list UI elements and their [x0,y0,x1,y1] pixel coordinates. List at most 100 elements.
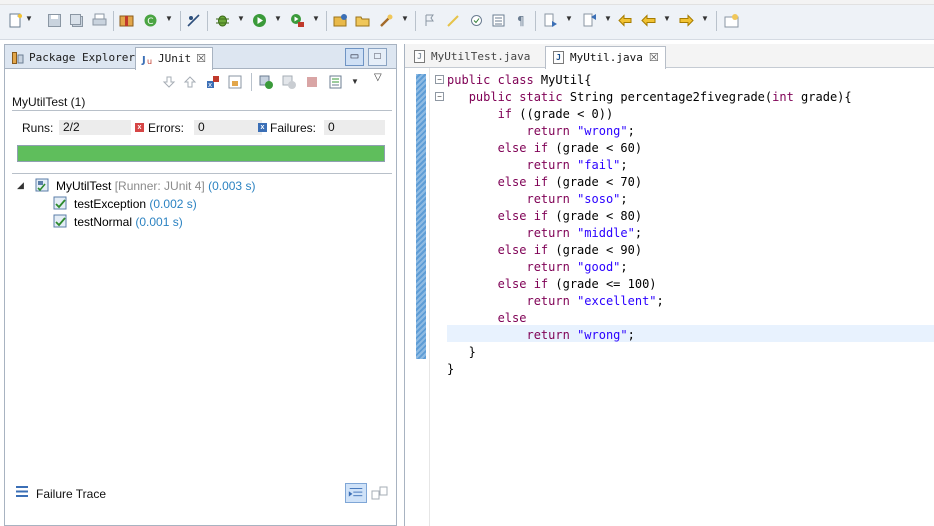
code-token: grade){ [801,90,852,104]
prev-annotation-dropdown-arrow-icon[interactable]: ▼ [604,14,612,23]
rerun-test-icon[interactable] [259,75,273,89]
tab-myutiltest-java[interactable]: J MyUtilTest.java [407,46,536,68]
previous-failure-icon[interactable] [183,75,197,89]
code-token: int [772,90,802,104]
search-icon[interactable] [379,13,394,28]
new-dropdown-arrow-icon[interactable]: ▼ [25,14,33,23]
errors-label: Errors: [148,121,184,135]
test-run-history-icon[interactable] [329,75,343,89]
divider [12,173,392,174]
code-token: ; [620,260,628,274]
back-icon[interactable] [641,13,656,28]
code-line: else [447,310,852,327]
maximize-button[interactable]: □ [368,48,387,66]
search-dropdown-arrow-icon[interactable]: ▼ [401,14,409,23]
minimize-button[interactable]: ▭ [345,48,364,66]
prev-annotation-icon[interactable] [582,13,597,28]
tree-item-label: testException (0.002 s) [74,197,197,211]
view-menu-icon[interactable]: ▽ [374,72,382,83]
refresh-icon[interactable]: C [143,13,158,28]
runs-label: Runs: [22,121,54,135]
toolbar-separator [326,11,327,31]
filter-stack-trace-icon[interactable] [345,483,367,503]
test-run-title: MyUtilTest (1) [12,95,86,109]
code-token: return [526,328,578,342]
task-icon[interactable] [469,13,484,28]
next-annotation-dropdown-arrow-icon[interactable]: ▼ [565,14,573,23]
failures-value: 0 [324,120,385,135]
run-external-dropdown-arrow-icon[interactable]: ▼ [312,14,320,23]
stop-icon[interactable] [305,75,319,89]
toolbar-separator [180,11,181,31]
debug-dropdown-arrow-icon[interactable]: ▼ [237,14,245,23]
fold-marker-icon[interactable]: − [435,75,444,84]
suite-name: MyUtilTest [56,179,112,193]
skip-breakpoints-icon[interactable] [186,13,201,28]
whitespace-icon[interactable]: ¶ [514,13,529,28]
new-icon[interactable] [8,13,23,28]
open-folder-icon[interactable] [355,13,370,28]
toolbar-separator [535,11,536,31]
tab-junit[interactable]: Ju JUnit ☒ [135,47,213,70]
next-failure-icon[interactable] [162,75,176,89]
block-selection-icon[interactable] [491,13,506,28]
next-annotation-icon[interactable] [543,13,558,28]
test-name: testNormal [74,215,133,229]
forward-icon[interactable] [679,13,694,28]
close-icon[interactable]: ☒ [649,51,659,64]
run-dropdown-arrow-icon[interactable]: ▼ [274,14,282,23]
tree-item-label: MyUtilTest [Runner: JUnit 4] (0.003 s) [56,179,255,193]
rerun-failed-first-icon[interactable] [282,75,296,89]
editor-tab-bar: J MyUtilTest.java J MyUtil.java ☒ [405,44,934,69]
tree-item-label: testNormal (0.001 s) [74,215,183,229]
debug-icon[interactable] [215,13,230,28]
code-token: ; [634,226,643,240]
code-token: return [526,226,578,240]
tab-package-explorer[interactable]: Package Explorer [7,47,141,69]
code-line: else if (grade < 60) [447,140,852,157]
code-token: else if [497,141,556,155]
code-token: (grade < 70) [555,175,643,189]
tab-label: MyUtilTest.java [431,50,531,63]
open-type-icon[interactable] [333,13,348,28]
failure-icon: x [258,123,267,132]
code-token: return [526,260,578,274]
runs-value: 2/2 [59,120,131,135]
refresh-dropdown-arrow-icon[interactable]: ▼ [165,14,173,23]
compare-result-icon[interactable] [371,485,388,501]
main-toolbar: ▼ C ▼ ▼ ▼ ▼ ▼ ¶ ▼ ▼ ▼ ▼ [0,0,934,40]
package-explorer-icon [12,52,24,64]
print-icon[interactable] [92,13,107,28]
save-all-icon[interactable] [69,13,84,28]
run-icon[interactable] [252,13,267,28]
forward-dropdown-arrow-icon[interactable]: ▼ [701,14,709,23]
expand-arrow-icon[interactable]: ◢ [17,180,24,191]
code-token: return [526,294,578,308]
code-area[interactable]: public class MyUtil{ public static Strin… [447,72,852,378]
scroll-lock-icon[interactable] [228,75,242,89]
code-line: else if (grade <= 100) [447,276,852,293]
save-icon[interactable] [47,13,62,28]
pen-icon[interactable] [446,13,461,28]
perspective-icon[interactable] [724,13,739,28]
code-token: } [447,362,455,376]
fold-marker-icon[interactable]: − [435,92,444,101]
code-line: if ((grade < 0)) [447,106,852,123]
history-dropdown-arrow-icon[interactable]: ▼ [351,77,359,86]
code-line: return "soso"; [447,191,852,208]
last-edit-icon[interactable] [618,13,633,28]
close-icon[interactable]: ☒ [196,52,206,65]
stack-trace-icon [16,486,28,497]
package-icon[interactable] [119,13,134,28]
code-line: return "wrong"; [447,123,852,140]
show-failures-only-icon[interactable]: x [206,75,220,89]
run-external-icon[interactable] [290,13,305,28]
code-token: (grade < 60) [555,141,643,155]
tab-myutil-java[interactable]: J MyUtil.java ☒ [545,46,666,69]
toggle-mark-icon[interactable] [423,13,438,28]
back-dropdown-arrow-icon[interactable]: ▼ [663,14,671,23]
